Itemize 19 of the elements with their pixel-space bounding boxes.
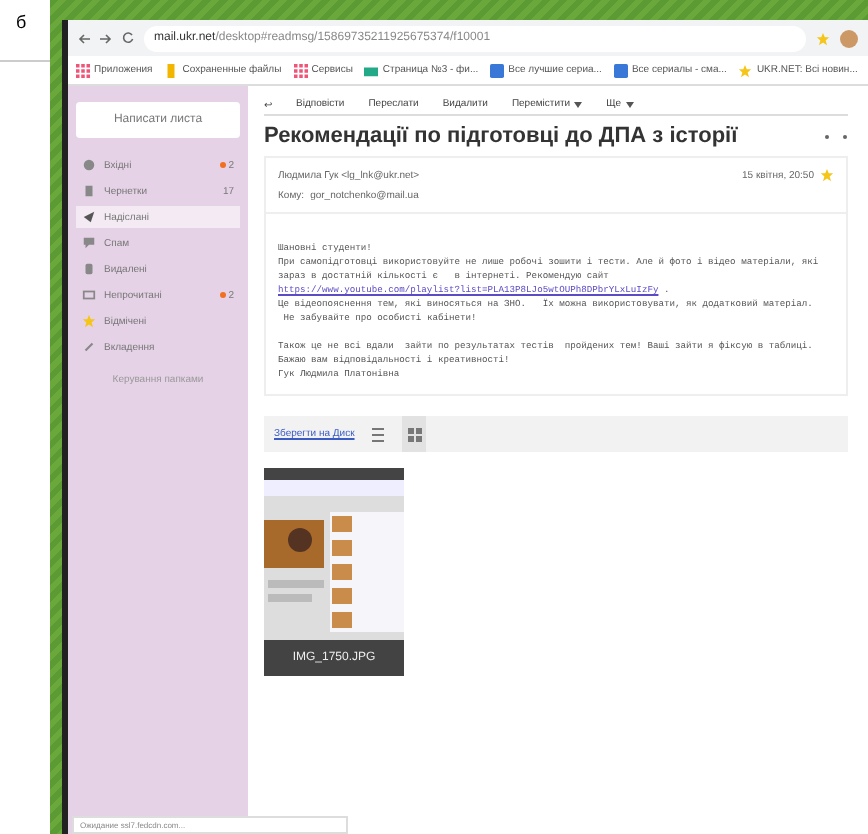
- message-subject: Рекомендації по підготовці до ДПА з історії: [264, 124, 738, 148]
- back-icon[interactable]: [78, 33, 90, 43]
- bookmark-icon: [293, 63, 308, 77]
- grid-icon: [407, 427, 422, 441]
- grid-view-button[interactable]: [402, 416, 427, 452]
- bookmark-icon: [76, 63, 90, 77]
- reload-icon[interactable]: [122, 32, 134, 44]
- bookmark-icon: [364, 63, 379, 77]
- forward-icon[interactable]: [100, 33, 112, 43]
- caret-icon: [625, 101, 634, 107]
- list-icon: [372, 427, 385, 441]
- caret-icon: [574, 101, 583, 107]
- bookmark-icon: [164, 63, 179, 77]
- star-icon: [816, 31, 830, 45]
- bookmark-icon: [490, 63, 505, 77]
- bookmark-icon: [738, 63, 753, 77]
- star-icon: [820, 168, 834, 182]
- dots-icon[interactable]: [824, 133, 848, 139]
- bookmark-icon: [613, 63, 628, 77]
